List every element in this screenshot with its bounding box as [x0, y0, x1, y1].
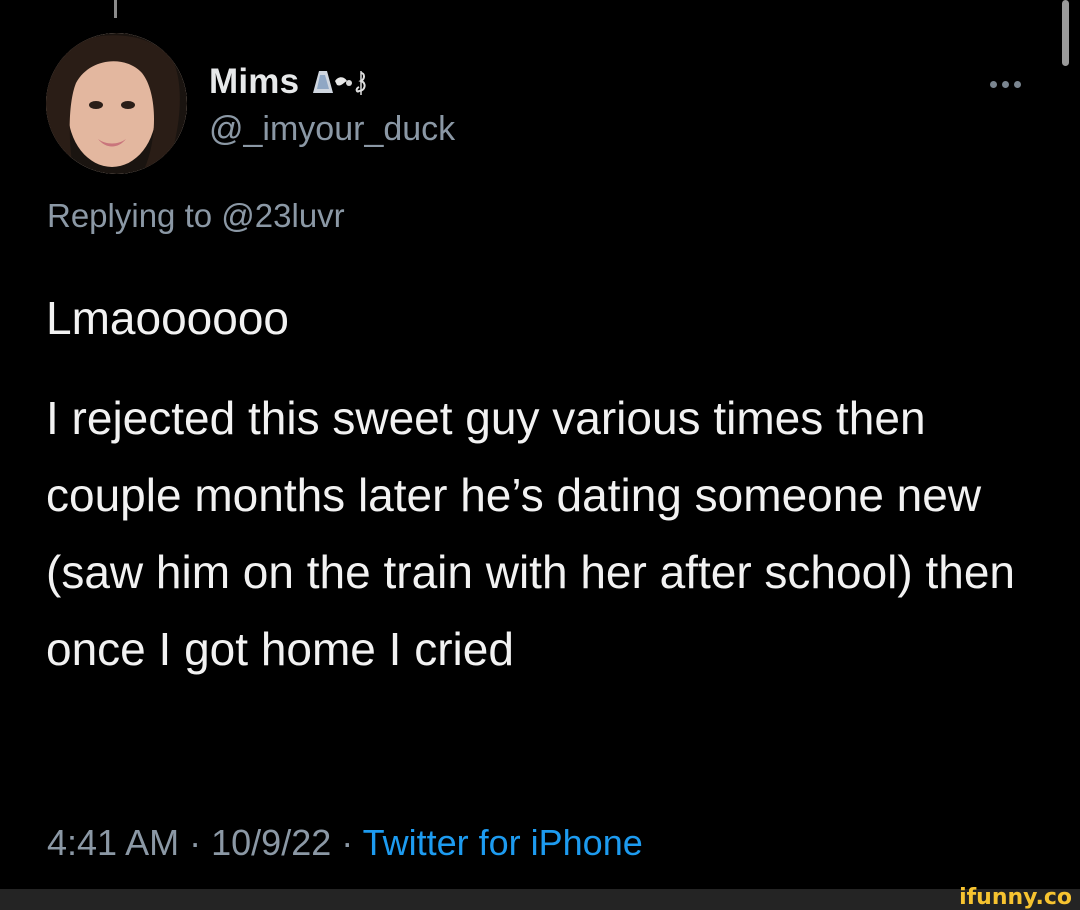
user-handle[interactable]: @_imyour_duck [209, 110, 455, 149]
ifunny-watermark: ifunny.co [959, 885, 1072, 910]
tweet-meta: 4:41 AM · 10/9/22 · Twitter for iPhone [47, 822, 643, 864]
tweet-paragraph: Lmaoooooo [46, 292, 289, 344]
tweet-source-link[interactable]: Twitter for iPhone [363, 822, 643, 863]
tweet-paragraph: I rejected this sweet guy various times … [46, 392, 1016, 675]
replying-to-line: Replying to @23luvr [47, 197, 345, 235]
replying-to-label: Replying to [47, 197, 213, 234]
ellipsis-icon[interactable] [990, 78, 1028, 90]
tweet-time[interactable]: 4:41 AM [47, 822, 179, 863]
meta-separator: · [341, 822, 354, 863]
ellipsis-dot [1002, 80, 1009, 88]
avatar-photo [46, 33, 187, 174]
scrollbar[interactable] [1062, 0, 1069, 66]
meta-separator: · [189, 822, 202, 863]
display-name[interactable]: Mims [209, 62, 299, 102]
avatar[interactable] [46, 33, 187, 174]
tweet-date[interactable]: 10/9/22 [211, 822, 331, 863]
nazar-amulet-dove-music-note-emoji-icon [311, 67, 373, 97]
name-row[interactable]: Mims [209, 62, 373, 102]
replying-to-handle[interactable]: @23luvr [221, 197, 344, 234]
watermark-bar [0, 889, 1080, 910]
ellipsis-dot [1014, 80, 1021, 88]
thread-connector-line [114, 0, 117, 18]
tweet-body: Lmaoooooo I rejected this sweet guy vari… [46, 280, 1046, 688]
ellipsis-dot [990, 80, 997, 88]
